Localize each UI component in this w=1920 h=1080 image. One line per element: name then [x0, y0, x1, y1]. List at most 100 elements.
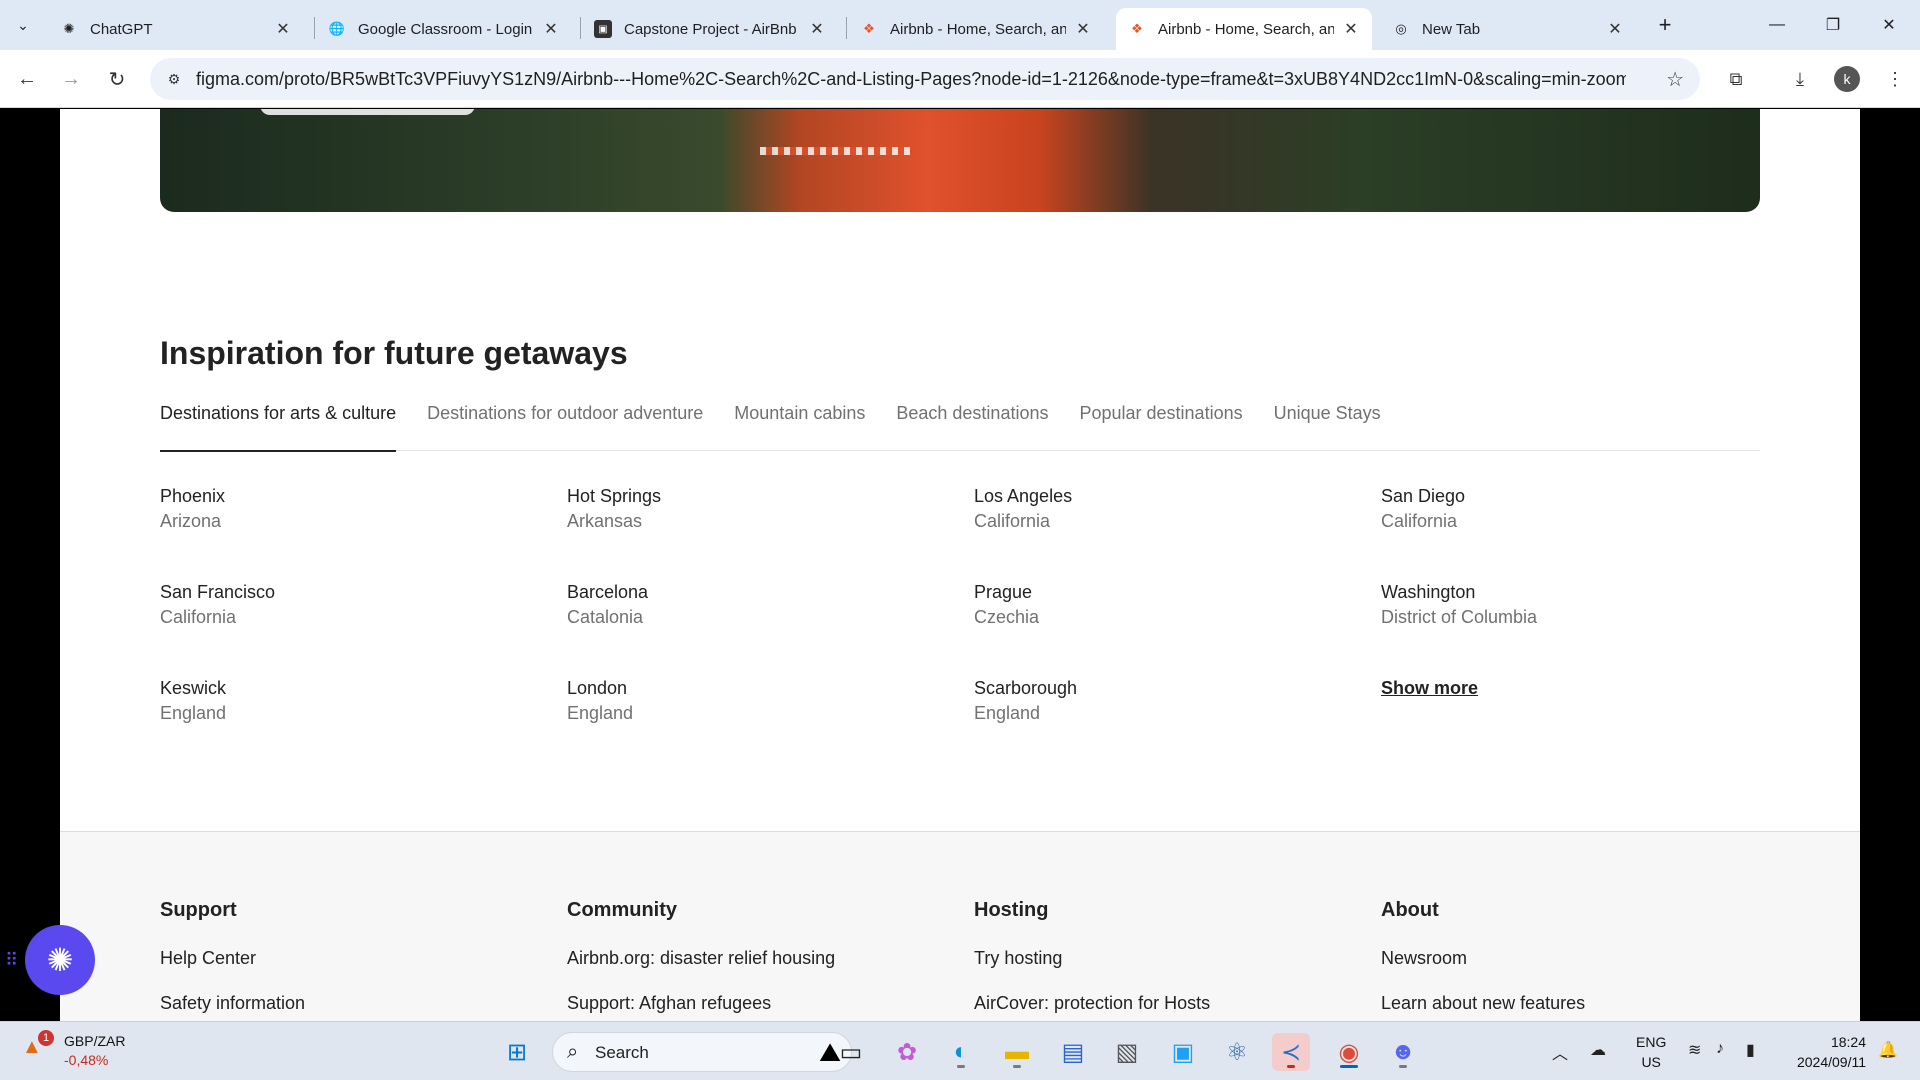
vscode-icon[interactable]: ≺ — [1272, 1033, 1310, 1071]
more-menu-icon[interactable]: ⋮ — [1880, 64, 1910, 94]
tab-arts-culture[interactable]: Destinations for arts & culture — [160, 403, 397, 452]
taskbar-search-box[interactable]: ⌕ Search ⛰ — [552, 1032, 852, 1072]
destination-city[interactable]: Prague — [974, 580, 1381, 605]
destination-item[interactable]: San Francisco California — [160, 580, 567, 630]
footer-link[interactable]: Help Center — [160, 946, 560, 971]
close-tab-icon[interactable]: ✕ — [1074, 19, 1092, 39]
show-more-link[interactable]: Show more — [1381, 676, 1788, 701]
url-text[interactable]: figma.com/proto/BR5wBtTc3VPFiuvyYS1zN9/A… — [196, 69, 1626, 90]
footer-link[interactable]: Learn about new features — [1381, 991, 1781, 1016]
close-tab-icon[interactable]: ✕ — [542, 19, 560, 39]
edge-icon[interactable]: ◐ — [942, 1033, 980, 1071]
system-clock[interactable]: 18:24 2024/09/11 — [1786, 1032, 1866, 1072]
section-title: Inspiration for future getaways — [160, 335, 628, 371]
back-arrow-icon[interactable]: ← — [12, 64, 42, 94]
twitter-icon[interactable]: ▣ — [1164, 1033, 1202, 1071]
download-icon[interactable]: ⤓ — [1785, 64, 1815, 94]
footer-column-community: Community Airbnb.org: disaster relief ho… — [567, 899, 967, 1021]
footer-link[interactable]: Support: Afghan refugees — [567, 991, 967, 1016]
destination-city[interactable]: Barcelona — [567, 580, 974, 605]
bookmark-star-icon[interactable]: ☆ — [1666, 67, 1684, 92]
destination-item[interactable]: Hot Springs Arkansas — [567, 484, 974, 534]
volume-icon[interactable]: ♪ — [1716, 1040, 1724, 1058]
destination-city[interactable]: Keswick — [160, 676, 567, 701]
destination-region: California — [1381, 511, 1458, 531]
tab-capstone-project[interactable]: ▣ Capstone Project - AirBnb ✕ — [582, 8, 838, 50]
footer-link[interactable]: AirCover: protection for Hosts — [974, 991, 1374, 1016]
clock-date: 2024/09/11 — [1796, 1054, 1866, 1070]
destination-item[interactable]: Barcelona Catalonia — [567, 580, 974, 630]
store-icon[interactable]: ▤ — [1054, 1033, 1092, 1071]
destination-region: England — [567, 703, 634, 723]
tab-search-chevron-icon[interactable]: ⌄ — [10, 12, 36, 38]
destination-item[interactable]: Prague Czechia — [974, 580, 1381, 630]
wifi-icon[interactable]: ≋ — [1688, 1040, 1701, 1060]
notification-bell-icon[interactable]: 🔔 — [1878, 1040, 1898, 1060]
drag-handle-icon[interactable]: ⠿ — [5, 950, 18, 971]
chrome-icon[interactable]: ◉ — [1330, 1033, 1368, 1071]
destination-city[interactable]: Washington — [1381, 580, 1788, 605]
destination-region: District of Columbia — [1381, 607, 1538, 627]
destination-item[interactable]: San Diego California — [1381, 484, 1788, 534]
destination-city[interactable]: Los Angeles — [974, 484, 1381, 509]
chevron-up-icon[interactable]: ︿ — [1552, 1040, 1568, 1064]
language-indicator[interactable]: ENG US — [1636, 1032, 1666, 1072]
destination-item[interactable]: Phoenix Arizona — [160, 484, 567, 534]
tab-new-tab[interactable]: ◎ New Tab ✕ — [1380, 8, 1636, 50]
footer-link[interactable]: Safety information — [160, 991, 560, 1016]
new-tab-plus-icon[interactable]: + — [1652, 12, 1678, 38]
copilot-icon[interactable]: ✿ — [888, 1033, 926, 1071]
close-tab-icon[interactable]: ✕ — [274, 19, 292, 39]
restore-icon[interactable]: ❐ — [1808, 8, 1858, 42]
destination-city[interactable]: Phoenix — [160, 484, 567, 509]
tab-airbnb-figma-active[interactable]: ❖ Airbnb - Home, Search, and ✕ — [1116, 8, 1372, 50]
hero-button[interactable] — [260, 109, 475, 115]
site-info-icon[interactable]: ⚙ — [164, 69, 184, 89]
tab-popular-destinations[interactable]: Popular destinations — [1079, 403, 1242, 451]
close-tab-icon[interactable]: ✕ — [1342, 19, 1360, 39]
task-view-icon[interactable]: ▭ — [832, 1033, 870, 1071]
discord-icon[interactable]: ☻ — [1384, 1033, 1422, 1071]
destination-city[interactable]: Hot Springs — [567, 484, 974, 509]
notification-badge: 1 — [38, 1030, 54, 1046]
cloud-icon[interactable]: ☁ — [1590, 1040, 1606, 1060]
destination-item[interactable]: London England — [567, 676, 974, 726]
url-bar[interactable]: ⚙ figma.com/proto/BR5wBtTc3VPFiuvyYS1zN9… — [150, 58, 1700, 100]
profile-avatar[interactable]: k — [1834, 66, 1860, 92]
close-tab-icon[interactable]: ✕ — [808, 19, 826, 39]
destination-city[interactable]: Scarborough — [974, 676, 1381, 701]
close-tab-icon[interactable]: ✕ — [1606, 19, 1624, 39]
destination-city[interactable]: San Francisco — [160, 580, 567, 605]
chatgpt-icon: ✺ — [63, 21, 75, 36]
destination-item[interactable]: Washington District of Columbia — [1381, 580, 1788, 630]
close-window-icon[interactable]: ✕ — [1864, 8, 1914, 42]
extensions-icon[interactable]: ⧉ — [1721, 64, 1751, 94]
tab-chatgpt[interactable]: ✺ ChatGPT ✕ — [48, 8, 304, 50]
tab-unique-stays[interactable]: Unique Stays — [1274, 403, 1381, 451]
tab-google-classroom[interactable]: 🌐 Google Classroom - Login ✕ — [316, 8, 572, 50]
destination-city[interactable]: London — [567, 676, 974, 701]
battery-icon[interactable]: ▮ — [1746, 1040, 1755, 1060]
minimize-icon[interactable]: — — [1752, 8, 1802, 42]
assistant-fab-button[interactable]: ✺ — [25, 925, 95, 995]
reload-icon[interactable]: ↻ — [102, 64, 132, 94]
tab-airbnb-figma-1[interactable]: ❖ Airbnb - Home, Search, and ✕ — [848, 8, 1104, 50]
photos-icon[interactable]: ▧ — [1108, 1033, 1146, 1071]
destination-item[interactable]: Scarborough England — [974, 676, 1381, 726]
footer-link[interactable]: Airbnb.org: disaster relief housing — [567, 946, 967, 971]
destination-city[interactable]: San Diego — [1381, 484, 1788, 509]
footer-link[interactable]: Try hosting — [974, 946, 1374, 971]
destination-item[interactable]: Keswick England — [160, 676, 567, 726]
tab-mountain-cabins[interactable]: Mountain cabins — [734, 403, 865, 451]
page-viewport: Inspiration for future getaways Destinat… — [60, 109, 1860, 1021]
forward-arrow-icon[interactable]: → — [56, 64, 86, 94]
footer-link[interactable]: Newsroom — [1381, 946, 1781, 971]
react-icon[interactable]: ⚛ — [1218, 1033, 1256, 1071]
windows-start-icon[interactable]: ⊞ — [498, 1033, 536, 1071]
tab-beach-destinations[interactable]: Beach destinations — [896, 403, 1048, 451]
file-explorer-icon[interactable]: ▬ — [998, 1033, 1036, 1071]
tab-outdoor-adventure[interactable]: Destinations for outdoor adventure — [427, 403, 703, 451]
windows-taskbar: ▲ 1 GBP/ZAR -0,48% ⊞ ⌕ Search ⛰ ▭ ✿ ◐ ▬ … — [0, 1021, 1920, 1080]
destination-item[interactable]: Los Angeles California — [974, 484, 1381, 534]
stock-ticker-widget[interactable]: ▲ 1 GBP/ZAR -0,48% — [22, 1030, 142, 1074]
